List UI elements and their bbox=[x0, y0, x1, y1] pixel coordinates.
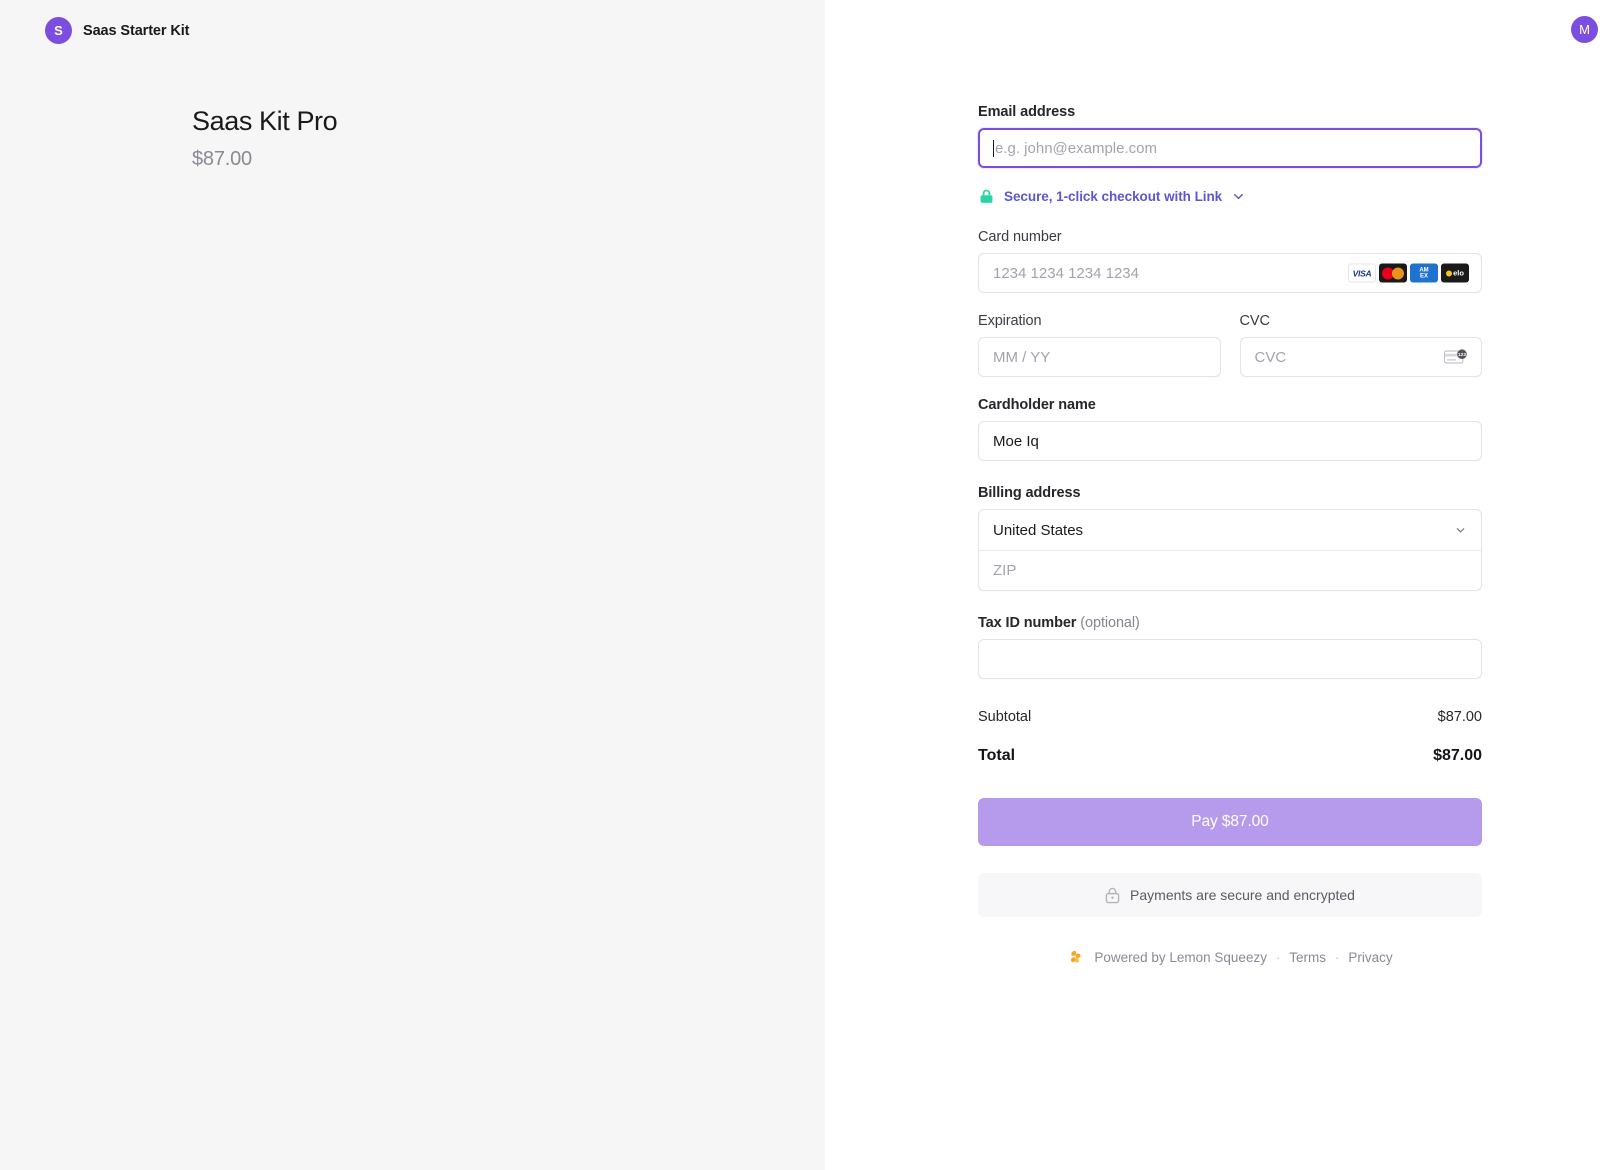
tax-id-optional-text: (optional) bbox=[1080, 615, 1139, 631]
cardholder-name-value: Moe Iq bbox=[993, 433, 1039, 450]
expiration-label: Expiration bbox=[978, 313, 1221, 329]
country-value: United States bbox=[993, 522, 1083, 539]
cvc-card-icon: 123 bbox=[1444, 349, 1468, 366]
visa-icon: VISA bbox=[1348, 264, 1376, 283]
card-brand-icons: VISA AMEX elo bbox=[1348, 264, 1469, 283]
cvc-placeholder: CVC bbox=[1255, 349, 1287, 366]
tax-id-label-text: Tax ID number bbox=[978, 615, 1076, 631]
order-totals: Subtotal $87.00 Total $87.00 bbox=[978, 709, 1482, 765]
email-label: Email address bbox=[978, 104, 1482, 120]
privacy-link[interactable]: Privacy bbox=[1348, 950, 1392, 965]
cardholder-name-input[interactable]: Moe Iq bbox=[978, 421, 1482, 461]
tax-id-label: Tax ID number (optional) bbox=[978, 615, 1482, 631]
cvc-input[interactable]: CVC 123 bbox=[1240, 337, 1483, 377]
expiration-placeholder: MM / YY bbox=[993, 349, 1050, 366]
zip-input[interactable]: ZIP bbox=[979, 550, 1481, 590]
expiry-cvc-row: Expiration MM / YY CVC CVC 1 bbox=[978, 313, 1482, 377]
payment-form: Email address e.g. john@example.com Secu… bbox=[978, 104, 1482, 966]
terms-link[interactable]: Terms bbox=[1289, 950, 1326, 965]
secure-payments-banner: Payments are secure and encrypted bbox=[978, 873, 1482, 917]
subtotal-value: $87.00 bbox=[1438, 709, 1482, 725]
subtotal-row: Subtotal $87.00 bbox=[978, 709, 1482, 725]
total-value: $87.00 bbox=[1433, 747, 1482, 765]
cardholder-name-label: Cardholder name bbox=[978, 397, 1482, 413]
expiration-input[interactable]: MM / YY bbox=[978, 337, 1221, 377]
footer: Powered by Lemon Squeezy · Terms · Priva… bbox=[978, 949, 1482, 966]
chevron-down-icon[interactable] bbox=[1231, 189, 1246, 204]
footer-separator-1: · bbox=[1276, 950, 1280, 965]
footer-separator-2: · bbox=[1335, 950, 1339, 965]
product-summary: Saas Kit Pro $87.00 bbox=[192, 105, 337, 171]
order-summary-panel: S Saas Starter Kit Saas Kit Pro $87.00 bbox=[0, 0, 825, 1170]
tax-id-input[interactable] bbox=[978, 639, 1482, 679]
chevron-down-icon bbox=[1454, 524, 1467, 537]
text-caret bbox=[993, 140, 994, 157]
email-placeholder: e.g. john@example.com bbox=[995, 140, 1157, 157]
billing-address-box: United States ZIP bbox=[978, 509, 1482, 591]
billing-address-label: Billing address bbox=[978, 485, 1482, 501]
lemon-icon bbox=[1067, 949, 1084, 966]
product-title: Saas Kit Pro bbox=[192, 105, 337, 138]
email-input[interactable]: e.g. john@example.com bbox=[978, 128, 1482, 168]
powered-by-label: Powered by Lemon Squeezy bbox=[1094, 950, 1267, 965]
store-brand: S Saas Starter Kit bbox=[45, 17, 189, 44]
mastercard-icon bbox=[1379, 264, 1407, 283]
elo-icon: elo bbox=[1441, 264, 1469, 283]
card-number-placeholder: 1234 1234 1234 1234 bbox=[993, 265, 1139, 282]
pay-button[interactable]: Pay $87.00 bbox=[978, 798, 1482, 846]
zip-placeholder: ZIP bbox=[993, 562, 1016, 579]
checkout-page: S Saas Starter Kit Saas Kit Pro $87.00 M… bbox=[0, 0, 1622, 1170]
store-logo: S bbox=[45, 17, 72, 44]
cvc-label: CVC bbox=[1240, 313, 1483, 329]
link-checkout-row[interactable]: Secure, 1-click checkout with Link bbox=[978, 188, 1246, 205]
card-number-input[interactable]: 1234 1234 1234 1234 VISA AMEX elo bbox=[978, 253, 1482, 293]
secure-payments-text: Payments are secure and encrypted bbox=[1130, 887, 1355, 903]
subtotal-label: Subtotal bbox=[978, 709, 1031, 725]
total-row: Total $87.00 bbox=[978, 747, 1482, 765]
link-checkout-label: Secure, 1-click checkout with Link bbox=[1004, 189, 1222, 204]
country-select[interactable]: United States bbox=[979, 510, 1481, 550]
svg-text:123: 123 bbox=[1458, 352, 1466, 358]
store-name: Saas Starter Kit bbox=[83, 23, 189, 39]
amex-icon: AMEX bbox=[1410, 264, 1438, 283]
payment-panel: M Email address e.g. john@example.com Se… bbox=[825, 0, 1622, 1170]
card-number-label: Card number bbox=[978, 229, 1482, 245]
lock-icon bbox=[1105, 887, 1120, 904]
lock-icon bbox=[978, 188, 995, 205]
avatar[interactable]: M bbox=[1571, 16, 1598, 43]
product-price: $87.00 bbox=[192, 148, 337, 171]
total-label: Total bbox=[978, 747, 1015, 765]
